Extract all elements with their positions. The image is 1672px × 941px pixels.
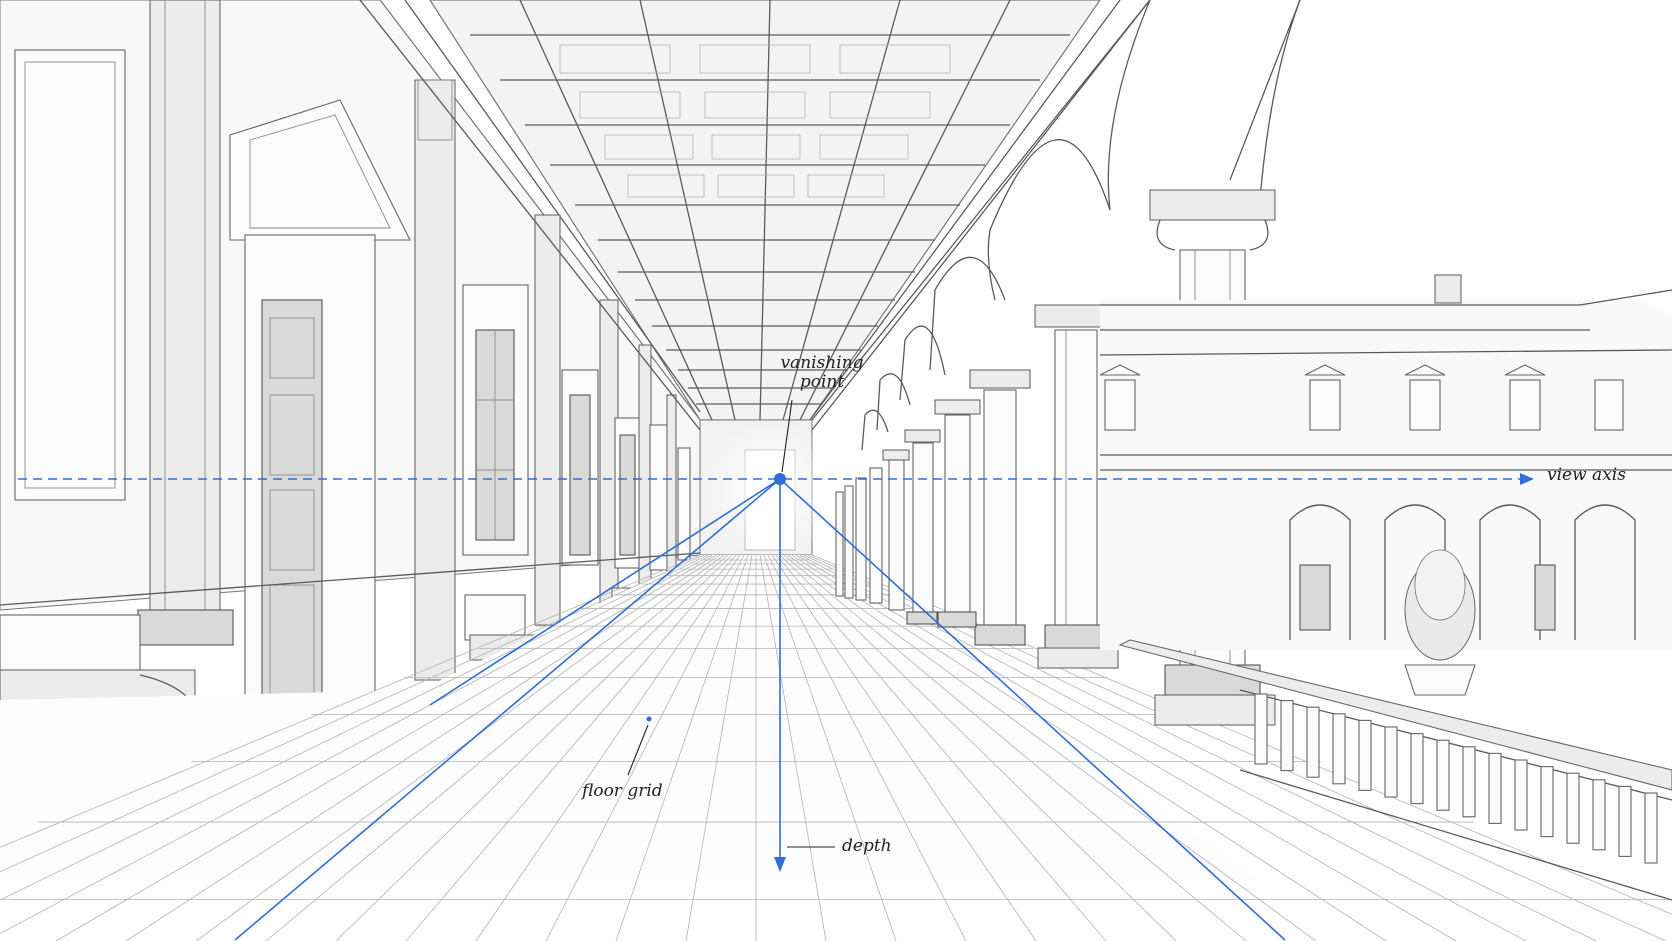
vanishing-point-label-line2: point xyxy=(799,371,845,392)
baluster xyxy=(1358,719,1372,791)
baluster xyxy=(1332,713,1346,785)
baluster xyxy=(1618,785,1632,857)
column-4 xyxy=(934,399,981,628)
baluster xyxy=(1410,733,1424,805)
baluster xyxy=(1462,746,1476,818)
baluster xyxy=(1540,766,1554,838)
courtyard-building xyxy=(1099,274,1672,650)
baluster xyxy=(1514,759,1528,831)
baluster xyxy=(1306,706,1320,778)
scene-illustration xyxy=(0,0,1672,941)
corridor-end xyxy=(699,419,840,560)
baluster xyxy=(1280,700,1294,772)
view-axis-label: view axis xyxy=(1547,465,1626,485)
perspective-drawing: vanishing point view axis floor grid dep… xyxy=(0,0,1672,941)
baluster xyxy=(1436,739,1450,811)
floor-grid-label: floor grid xyxy=(582,781,663,801)
baluster xyxy=(1384,726,1398,798)
vanishing-point-label-line1: vanishing xyxy=(780,353,864,373)
baluster xyxy=(1644,792,1658,864)
column-5 xyxy=(904,429,941,625)
vanishing-point-label: vanishing point xyxy=(772,354,872,391)
floor-grid-marker xyxy=(646,716,652,722)
depth-label: depth xyxy=(842,836,892,856)
baluster xyxy=(1254,693,1268,765)
baluster xyxy=(1566,772,1580,844)
baluster xyxy=(1488,752,1502,824)
baluster xyxy=(1592,779,1606,851)
vanishing-point-marker xyxy=(774,473,786,485)
